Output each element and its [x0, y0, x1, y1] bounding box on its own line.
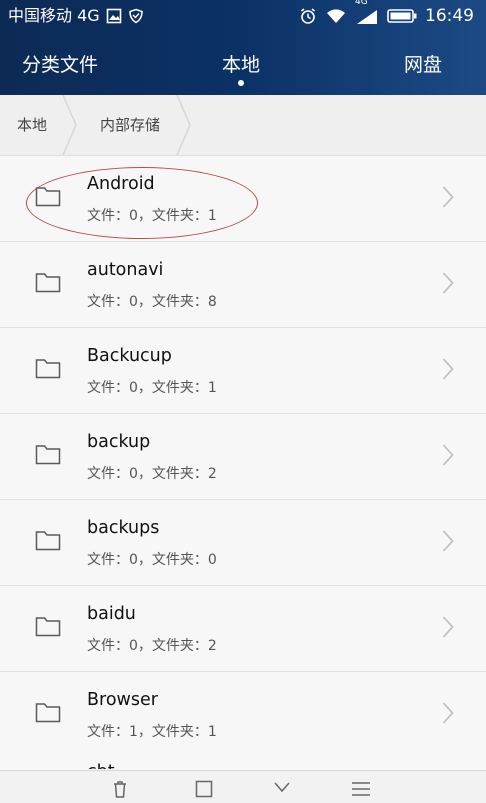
folder-meta: 文件：0，文件夹：0 [87, 552, 217, 568]
delete-icon[interactable] [110, 779, 130, 803]
tab-categories[interactable]: 分类文件 [22, 50, 98, 77]
folder-icon [35, 701, 61, 727]
status-bar: 中国移动 4G 4G 16:49 [0, 0, 486, 32]
list-item[interactable]: Browser 文件：1，文件夹：1 [0, 672, 486, 758]
folder-icon [35, 529, 61, 555]
menu-icon[interactable] [350, 779, 372, 803]
folder-meta: 文件：0，文件夹：1 [87, 380, 217, 396]
wifi-icon [325, 7, 347, 25]
folder-name: backups [87, 518, 160, 538]
list-item[interactable]: Backucup 文件：0，文件夹：1 [0, 328, 486, 414]
clock: 16:49 [425, 6, 474, 26]
top-bar: 中国移动 4G 4G 16:49 分类文件 本地 网盘 [0, 0, 486, 95]
list-item[interactable]: baidu 文件：0，文件夹：2 [0, 586, 486, 672]
folder-meta: 文件：1，文件夹：1 [87, 724, 217, 740]
folder-name: autonavi [87, 260, 164, 280]
chevron-right-icon [442, 185, 454, 213]
list-item-partial[interactable]: cbt [0, 756, 486, 770]
active-tab-indicator [238, 80, 244, 86]
folder-name: Android [87, 174, 155, 194]
folder-icon [35, 443, 61, 469]
chevron-right-icon [442, 529, 454, 557]
folder-name: cbt [87, 757, 115, 769]
folder-icon [35, 271, 61, 297]
folder-name: Backucup [87, 346, 172, 366]
chevron-right-icon [442, 615, 454, 643]
breadcrumb-separator-icon [62, 94, 78, 159]
sort-icon[interactable] [272, 779, 292, 803]
chevron-right-icon [442, 357, 454, 385]
folder-icon [35, 615, 61, 641]
carrier-label: 中国移动 4G [8, 6, 100, 25]
breadcrumb-item-internal-storage[interactable]: 内部存储 [100, 95, 160, 155]
tab-local[interactable]: 本地 [222, 50, 260, 77]
signal-icon: 4G [355, 0, 379, 26]
chevron-right-icon [442, 271, 454, 299]
list-item[interactable]: backup 文件：0，文件夹：2 [0, 414, 486, 500]
breadcrumb: 本地 内部存储 [0, 94, 486, 159]
shield-icon [128, 8, 144, 24]
breadcrumb-item-local[interactable]: 本地 [17, 95, 47, 155]
folder-meta: 文件：0，文件夹：2 [87, 638, 217, 654]
bottom-toolbar [0, 770, 486, 802]
list-item[interactable]: autonavi 文件：0，文件夹：8 [0, 242, 486, 328]
image-icon [106, 8, 122, 24]
tab-bar: 分类文件 本地 网盘 [0, 32, 486, 95]
list-item[interactable]: Android 文件：0，文件夹：1 [0, 156, 486, 242]
tab-cloud-drive[interactable]: 网盘 [404, 50, 442, 77]
network-type-label: 4G [355, 0, 368, 7]
folder-meta: 文件：0，文件夹：8 [87, 294, 217, 310]
folder-icon [35, 357, 61, 383]
folder-name: baidu [87, 604, 136, 624]
select-icon[interactable] [194, 779, 214, 803]
battery-icon [387, 8, 417, 24]
alarm-icon [299, 7, 317, 25]
breadcrumb-separator-icon [176, 94, 192, 159]
folder-meta: 文件：0，文件夹：2 [87, 466, 217, 482]
folder-name: backup [87, 432, 151, 452]
folder-list: Android 文件：0，文件夹：1 autonavi 文件：0，文件夹：8 B… [0, 156, 486, 758]
chevron-right-icon [442, 443, 454, 471]
folder-name: Browser [87, 690, 158, 710]
folder-icon [35, 185, 61, 211]
folder-meta: 文件：0，文件夹：1 [87, 208, 217, 224]
list-item[interactable]: backups 文件：0，文件夹：0 [0, 500, 486, 586]
chevron-right-icon [442, 701, 454, 729]
